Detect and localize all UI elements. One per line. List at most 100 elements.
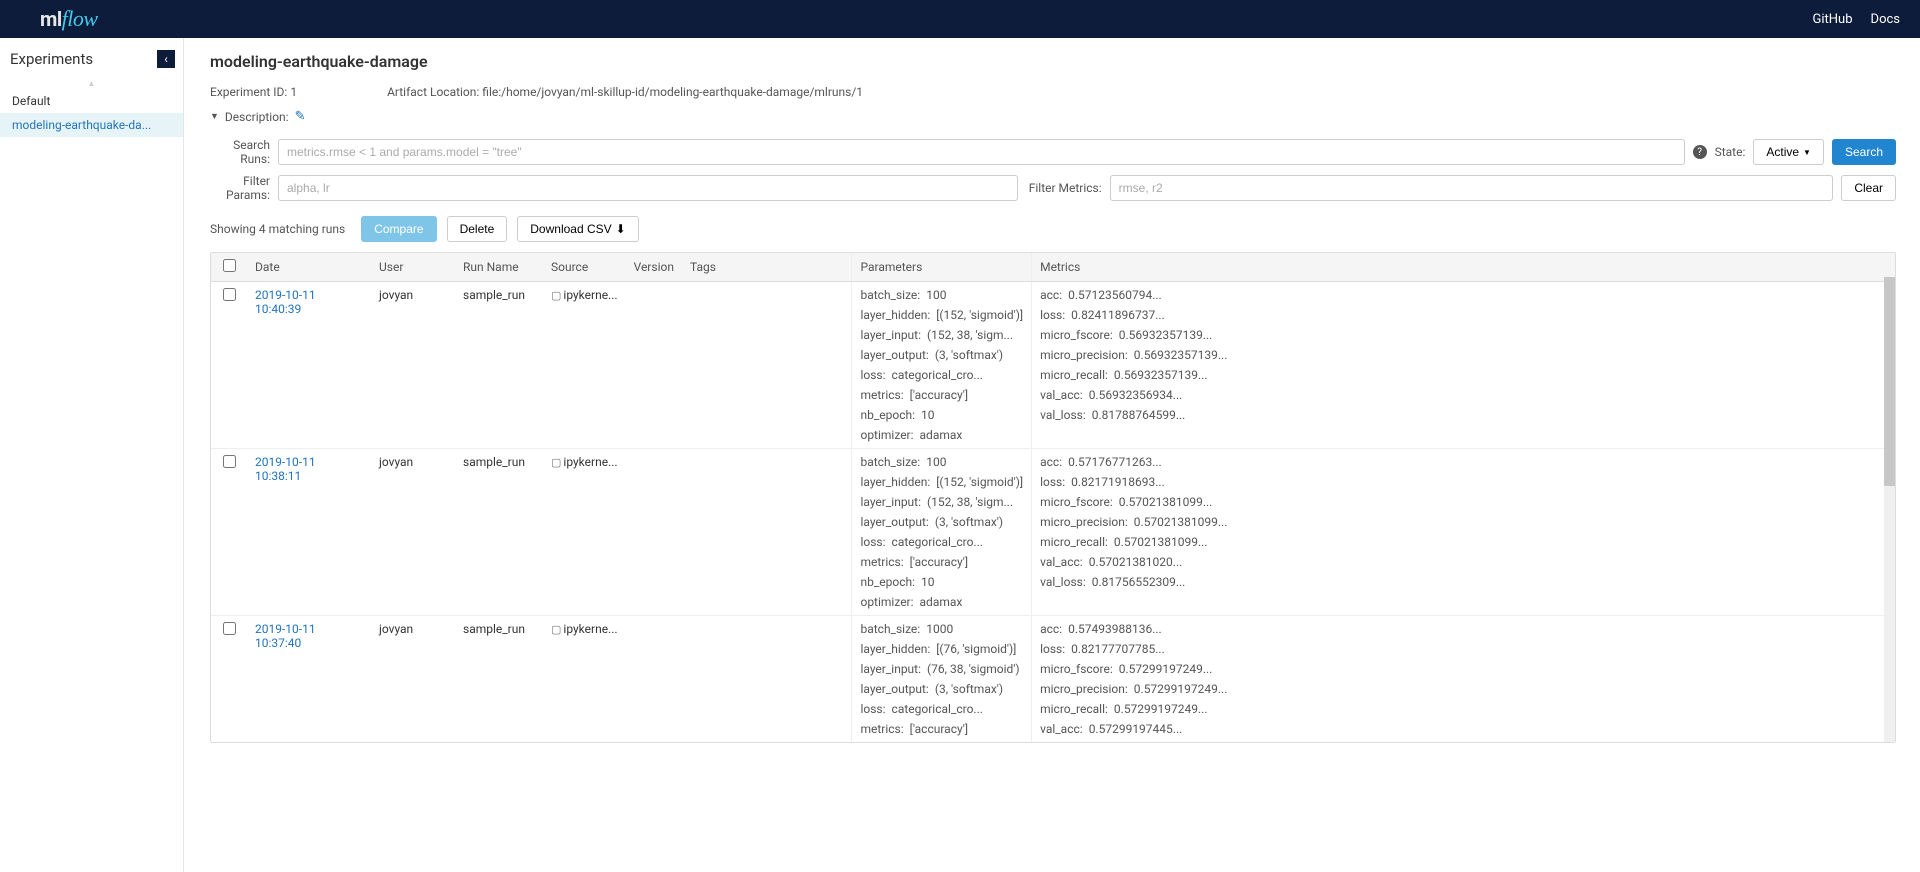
- download-csv-button[interactable]: Download CSV ⬇: [517, 216, 638, 242]
- app-header: mlflow GitHub Docs: [0, 0, 1920, 38]
- search-button[interactable]: Search: [1832, 139, 1896, 165]
- metric-item: acc:0.57123560794...: [1040, 288, 1887, 302]
- param-item: metrics:['accuracy']: [860, 555, 1023, 569]
- collapse-sidebar-button[interactable]: ‹: [157, 50, 175, 68]
- run-name: sample_run: [455, 616, 543, 743]
- filter-metrics-input[interactable]: [1110, 175, 1834, 201]
- table-row: 2019-10-11 10:38:11jovyansample_run▢ipyk…: [211, 449, 1895, 616]
- param-item: layer_input:(152, 38, 'sigm...: [860, 495, 1023, 509]
- state-dropdown[interactable]: Active ▼: [1753, 139, 1824, 165]
- col-version[interactable]: Version: [626, 253, 682, 282]
- metric-item: val_acc:0.57299197445...: [1040, 722, 1887, 736]
- param-item: metrics:['accuracy']: [860, 722, 1023, 736]
- metric-item: acc:0.57493988136...: [1040, 622, 1887, 636]
- metric-item: loss:0.82171918693...: [1040, 475, 1887, 489]
- metric-item: val_acc:0.56932356934...: [1040, 388, 1887, 402]
- sidebar-scroll-up-icon[interactable]: ▲: [0, 78, 183, 89]
- metric-item: micro_precision:0.57021381099...: [1040, 515, 1887, 529]
- param-item: layer_hidden:[(152, 'sigmoid')]: [860, 475, 1023, 489]
- logo-flow: flow: [62, 6, 98, 32]
- run-date-link[interactable]: 2019-10-11 10:38:11: [255, 455, 316, 483]
- col-user[interactable]: User: [371, 253, 455, 282]
- docs-link[interactable]: Docs: [1871, 12, 1900, 27]
- description-label: Description:: [225, 110, 289, 124]
- edit-description-icon[interactable]: ✎: [295, 109, 306, 124]
- param-item: layer_input:(76, 38, 'sigmoid'): [860, 662, 1023, 676]
- search-help-icon[interactable]: ?: [1693, 145, 1707, 159]
- run-version: [626, 282, 682, 449]
- metric-item: val_loss:0.81788764599...: [1040, 408, 1887, 422]
- search-runs-input[interactable]: [278, 139, 1685, 165]
- run-name: sample_run: [455, 449, 543, 616]
- filter-params-input[interactable]: [278, 175, 1018, 201]
- download-csv-label: Download CSV: [530, 222, 611, 236]
- param-item: nb_epoch:10: [860, 408, 1023, 422]
- run-source: ▢ipykerne...: [543, 282, 626, 449]
- run-date-link[interactable]: 2019-10-11 10:40:39: [255, 288, 316, 316]
- matching-runs-text: Showing 4 matching runs: [210, 222, 345, 236]
- param-item: layer_input:(152, 38, 'sigm...: [860, 328, 1023, 342]
- row-checkbox[interactable]: [223, 622, 236, 635]
- param-item: batch_size:100: [860, 455, 1023, 469]
- param-item: layer_hidden:[(152, 'sigmoid')]: [860, 308, 1023, 322]
- logo-ml: ml: [40, 7, 62, 31]
- metric-item: micro_recall:0.57021381099...: [1040, 535, 1887, 549]
- filter-metrics-label: Filter Metrics:: [1026, 181, 1102, 195]
- run-user: jovyan: [371, 616, 455, 743]
- col-date[interactable]: Date: [247, 253, 371, 282]
- sidebar-experiment-item[interactable]: Default: [0, 89, 183, 113]
- metric-item: micro_recall:0.57299197249...: [1040, 702, 1887, 716]
- run-source: ▢ipykerne...: [543, 449, 626, 616]
- run-tags: [682, 616, 852, 743]
- sidebar: Experiments ‹ ▲ Defaultmodeling-earthqua…: [0, 38, 184, 872]
- delete-button[interactable]: Delete: [447, 216, 508, 242]
- run-date-link[interactable]: 2019-10-11 10:37:40: [255, 622, 316, 650]
- param-item: loss:categorical_cro...: [860, 702, 1023, 716]
- runs-table: Date User Run Name Source Version Tags P…: [211, 253, 1895, 742]
- caret-down-icon: ▼: [1803, 148, 1811, 157]
- notebook-icon: ▢: [551, 623, 561, 636]
- compare-button[interactable]: Compare: [361, 216, 436, 242]
- experiment-id-value: 1: [290, 85, 297, 99]
- col-tags[interactable]: Tags: [682, 253, 852, 282]
- metric-item: micro_fscore:0.57299197249...: [1040, 662, 1887, 676]
- state-dropdown-label: Active: [1766, 145, 1799, 159]
- table-scrollbar[interactable]: [1884, 277, 1895, 742]
- run-version: [626, 616, 682, 743]
- param-item: nb_epoch:10: [860, 575, 1023, 589]
- run-tags: [682, 449, 852, 616]
- table-scrollbar-thumb[interactable]: [1884, 277, 1895, 486]
- sidebar-title: Experiments: [10, 50, 93, 68]
- run-source: ▢ipykerne...: [543, 616, 626, 743]
- notebook-icon: ▢: [551, 289, 561, 302]
- run-name: sample_run: [455, 282, 543, 449]
- select-all-checkbox[interactable]: [223, 259, 236, 272]
- state-label: State:: [1715, 145, 1746, 159]
- row-checkbox[interactable]: [223, 288, 236, 301]
- param-item: layer_output:(3, 'softmax'): [860, 348, 1023, 362]
- metric-item: loss:0.82177707785...: [1040, 642, 1887, 656]
- metric-item: micro_precision:0.57299197249...: [1040, 682, 1887, 696]
- logo[interactable]: mlflow: [40, 6, 98, 32]
- metric-item: val_acc:0.57021381020...: [1040, 555, 1887, 569]
- clear-button[interactable]: Clear: [1841, 175, 1896, 201]
- github-link[interactable]: GitHub: [1813, 12, 1853, 27]
- sidebar-experiment-item[interactable]: modeling-earthquake-da...: [0, 113, 183, 137]
- description-caret-icon[interactable]: ▼: [210, 111, 219, 122]
- filter-params-label: Filter Params:: [210, 174, 270, 202]
- param-item: batch_size:100: [860, 288, 1023, 302]
- search-runs-label: Search Runs:: [210, 138, 270, 166]
- col-parameters[interactable]: Parameters: [852, 253, 1032, 282]
- col-metrics[interactable]: Metrics: [1032, 253, 1895, 282]
- notebook-icon: ▢: [551, 456, 561, 469]
- col-run-name[interactable]: Run Name: [455, 253, 543, 282]
- col-source[interactable]: Source: [543, 253, 626, 282]
- header-links: GitHub Docs: [1813, 12, 1900, 27]
- param-item: batch_size:1000: [860, 622, 1023, 636]
- param-item: loss:categorical_cro...: [860, 368, 1023, 382]
- param-item: optimizer:adamax: [860, 428, 1023, 442]
- row-checkbox[interactable]: [223, 455, 236, 468]
- artifact-location-value: file:/home/jovyan/ml-skillup-id/modeling…: [482, 85, 863, 99]
- main-content: modeling-earthquake-damage Experiment ID…: [184, 38, 1920, 872]
- param-item: optimizer:adamax: [860, 595, 1023, 609]
